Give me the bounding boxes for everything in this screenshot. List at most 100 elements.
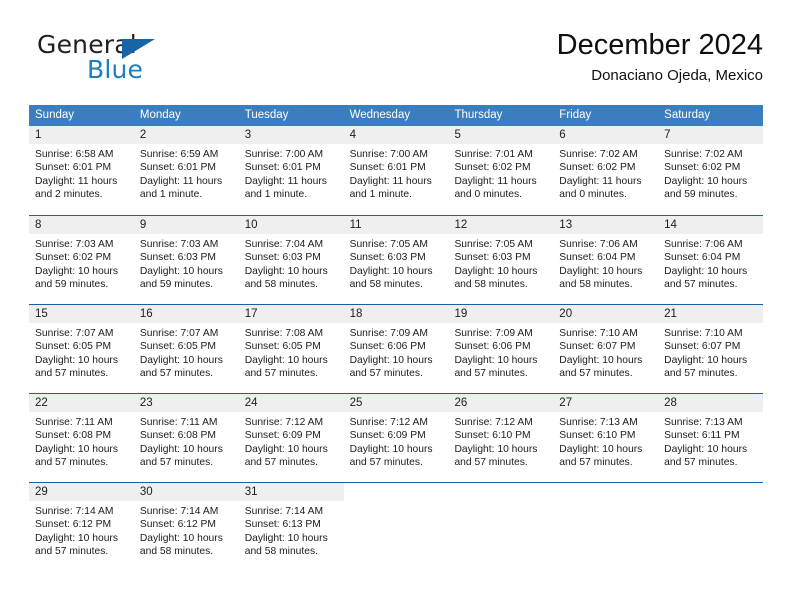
day-cell[interactable]: 10 Sunrise: 7:04 AM Sunset: 6:03 PM Dayl…: [238, 216, 344, 304]
daylight-text-line1: Daylight: 10 hours: [35, 354, 118, 366]
daylight-text-line1: Daylight: 10 hours: [664, 265, 748, 277]
day-cell[interactable]: 30 Sunrise: 7:14 AM Sunset: 6:12 PM Dayl…: [133, 483, 239, 571]
day-cell[interactable]: 8 Sunrise: 7:03 AM Sunset: 6:02 PM Dayli…: [29, 216, 134, 304]
daylight-text-line2: and 57 minutes.: [454, 456, 528, 468]
day-number: [448, 483, 554, 501]
sunrise-text: Sunrise: 7:10 AM: [664, 328, 743, 339]
daylight-text-line2: and 1 minute.: [349, 188, 412, 200]
day-details: Sunrise: 7:06 AM Sunset: 6:04 PM Dayligh…: [658, 234, 763, 291]
sunrise-text: Sunrise: 7:00 AM: [349, 149, 428, 160]
daylight-text-line2: and 59 minutes.: [35, 278, 109, 290]
sunrise-text: Sunrise: 7:01 AM: [454, 149, 533, 160]
sunset-text: Sunset: 6:10 PM: [559, 430, 636, 442]
weekday-header-wednesday: Wednesday: [349, 109, 411, 121]
day-cell[interactable]: 3 Sunrise: 7:00 AM Sunset: 6:01 PM Dayli…: [238, 126, 344, 215]
sunset-text: Sunset: 6:01 PM: [139, 162, 216, 174]
day-details: Sunrise: 7:00 AM Sunset: 6:01 PM Dayligh…: [239, 144, 344, 201]
day-number: 11: [343, 216, 449, 234]
day-cell[interactable]: 2 Sunrise: 6:59 AM Sunset: 6:01 PM Dayli…: [133, 126, 239, 215]
day-cell[interactable]: 14 Sunrise: 7:06 AM Sunset: 6:04 PM Dayl…: [658, 216, 764, 304]
sunset-text: Sunset: 6:05 PM: [244, 341, 321, 353]
day-number: 24: [238, 394, 344, 412]
day-details: Sunrise: 7:08 AM Sunset: 6:05 PM Dayligh…: [239, 323, 344, 380]
day-details: Sunrise: 7:13 AM Sunset: 6:10 PM Dayligh…: [553, 412, 658, 469]
daylight-text-line2: and 1 minute.: [244, 188, 308, 200]
day-cell[interactable]: 17 Sunrise: 7:08 AM Sunset: 6:05 PM Dayl…: [238, 305, 344, 393]
day-details: Sunrise: 7:12 AM Sunset: 6:09 PM Dayligh…: [344, 412, 449, 469]
day-cell[interactable]: 27 Sunrise: 7:13 AM Sunset: 6:10 PM Dayl…: [553, 394, 659, 482]
daylight-text-line1: Daylight: 10 hours: [244, 265, 328, 277]
day-cell[interactable]: 6 Sunrise: 7:02 AM Sunset: 6:02 PM Dayli…: [553, 126, 659, 215]
day-cell[interactable]: 1 Sunrise: 6:58 AM Sunset: 6:01 PM Dayli…: [29, 126, 134, 215]
daylight-text-line1: Daylight: 10 hours: [349, 265, 433, 277]
day-cell[interactable]: 19 Sunrise: 7:09 AM Sunset: 6:06 PM Dayl…: [448, 305, 554, 393]
daylight-text-line2: and 57 minutes.: [454, 367, 528, 379]
day-cell[interactable]: 15 Sunrise: 7:07 AM Sunset: 6:05 PM Dayl…: [29, 305, 134, 393]
day-cell[interactable]: 29 Sunrise: 7:14 AM Sunset: 6:12 PM Dayl…: [29, 483, 134, 571]
day-number: 2: [133, 126, 239, 144]
page-subtitle: Donaciano Ojeda, Mexico: [591, 67, 763, 85]
day-details: Sunrise: 7:06 AM Sunset: 6:04 PM Dayligh…: [553, 234, 658, 291]
day-details: Sunrise: 7:05 AM Sunset: 6:03 PM Dayligh…: [344, 234, 449, 291]
title-block: December 2024 Donaciano Ojeda, Mexico: [557, 28, 763, 85]
day-cell[interactable]: 12 Sunrise: 7:05 AM Sunset: 6:03 PM Dayl…: [448, 216, 554, 304]
sunrise-text: Sunrise: 7:07 AM: [139, 328, 219, 339]
sunrise-text: Sunrise: 7:02 AM: [664, 149, 743, 160]
sunset-text: Sunset: 6:02 PM: [664, 162, 741, 174]
daylight-text-line1: Daylight: 10 hours: [454, 265, 538, 277]
sunset-text: Sunset: 6:08 PM: [35, 430, 112, 442]
day-cell[interactable]: 16 Sunrise: 7:07 AM Sunset: 6:05 PM Dayl…: [133, 305, 239, 393]
day-cell[interactable]: 18 Sunrise: 7:09 AM Sunset: 6:06 PM Dayl…: [343, 305, 449, 393]
day-details: Sunrise: 7:11 AM Sunset: 6:08 PM Dayligh…: [29, 412, 134, 469]
sunset-text: Sunset: 6:03 PM: [454, 252, 531, 264]
day-number: 12: [448, 216, 554, 234]
day-details: Sunrise: 6:58 AM Sunset: 6:01 PM Dayligh…: [29, 144, 134, 201]
sunrise-text: Sunrise: 7:14 AM: [139, 506, 219, 517]
day-cell[interactable]: 26 Sunrise: 7:12 AM Sunset: 6:10 PM Dayl…: [448, 394, 554, 482]
page-header: General Blue December 2024 Donaciano Oje…: [29, 28, 763, 98]
day-cell[interactable]: 25 Sunrise: 7:12 AM Sunset: 6:09 PM Dayl…: [343, 394, 449, 482]
brand-logo[interactable]: General Blue: [29, 32, 249, 90]
sunrise-text: Sunrise: 7:12 AM: [454, 417, 533, 428]
day-cell[interactable]: 31 Sunrise: 7:14 AM Sunset: 6:13 PM Dayl…: [238, 483, 344, 571]
page-title: December 2024: [556, 29, 763, 61]
day-cell[interactable]: 11 Sunrise: 7:05 AM Sunset: 6:03 PM Dayl…: [343, 216, 449, 304]
sunrise-text: Sunrise: 7:05 AM: [454, 239, 533, 250]
day-cell[interactable]: 7 Sunrise: 7:02 AM Sunset: 6:02 PM Dayli…: [658, 126, 764, 215]
calendar-grid: Sunday Monday Tuesday Wednesday Thursday…: [29, 105, 764, 571]
daylight-text-line1: Daylight: 10 hours: [559, 354, 643, 366]
day-cell[interactable]: 5 Sunrise: 7:01 AM Sunset: 6:02 PM Dayli…: [448, 126, 554, 215]
day-cell[interactable]: 22 Sunrise: 7:11 AM Sunset: 6:08 PM Dayl…: [29, 394, 134, 482]
day-details: Sunrise: 7:11 AM Sunset: 6:08 PM Dayligh…: [134, 412, 239, 469]
daylight-text-line1: Daylight: 10 hours: [139, 532, 223, 544]
day-cell[interactable]: 28 Sunrise: 7:13 AM Sunset: 6:11 PM Dayl…: [658, 394, 764, 482]
day-cell[interactable]: 24 Sunrise: 7:12 AM Sunset: 6:09 PM Dayl…: [238, 394, 344, 482]
day-details: Sunrise: 7:02 AM Sunset: 6:02 PM Dayligh…: [553, 144, 658, 201]
day-cell[interactable]: 20 Sunrise: 7:10 AM Sunset: 6:07 PM Dayl…: [553, 305, 659, 393]
sunset-text: Sunset: 6:12 PM: [139, 519, 216, 531]
day-cell[interactable]: 4 Sunrise: 7:00 AM Sunset: 6:01 PM Dayli…: [343, 126, 449, 215]
day-cell[interactable]: 21 Sunrise: 7:10 AM Sunset: 6:07 PM Dayl…: [658, 305, 764, 393]
daylight-text-line2: and 57 minutes.: [35, 456, 109, 468]
daylight-text-line2: and 57 minutes.: [559, 456, 633, 468]
day-number: 30: [133, 483, 239, 501]
day-details: Sunrise: 7:09 AM Sunset: 6:06 PM Dayligh…: [344, 323, 449, 380]
calendar-page: General Blue December 2024 Donaciano Oje…: [0, 0, 792, 612]
day-cell[interactable]: 9 Sunrise: 7:03 AM Sunset: 6:03 PM Dayli…: [133, 216, 239, 304]
sunrise-text: Sunrise: 7:11 AM: [35, 417, 113, 428]
daylight-text-line2: and 57 minutes.: [139, 456, 214, 468]
sunset-text: Sunset: 6:01 PM: [349, 162, 426, 174]
day-cell[interactable]: 13 Sunrise: 7:06 AM Sunset: 6:04 PM Dayl…: [553, 216, 659, 304]
daylight-text-line2: and 57 minutes.: [559, 367, 633, 379]
day-number: 16: [133, 305, 239, 323]
sunset-text: Sunset: 6:04 PM: [664, 252, 741, 264]
daylight-text-line1: Daylight: 10 hours: [35, 443, 118, 455]
day-number: 20: [553, 305, 659, 323]
day-cell[interactable]: 23 Sunrise: 7:11 AM Sunset: 6:08 PM Dayl…: [133, 394, 239, 482]
day-number: 29: [29, 483, 134, 501]
weekday-header-sunday: Sunday: [35, 109, 75, 121]
daylight-text-line1: Daylight: 11 hours: [35, 175, 118, 187]
day-details: Sunrise: 7:03 AM Sunset: 6:03 PM Dayligh…: [134, 234, 239, 291]
daylight-text-line1: Daylight: 11 hours: [244, 175, 327, 187]
daylight-text-line2: and 0 minutes.: [454, 188, 522, 200]
